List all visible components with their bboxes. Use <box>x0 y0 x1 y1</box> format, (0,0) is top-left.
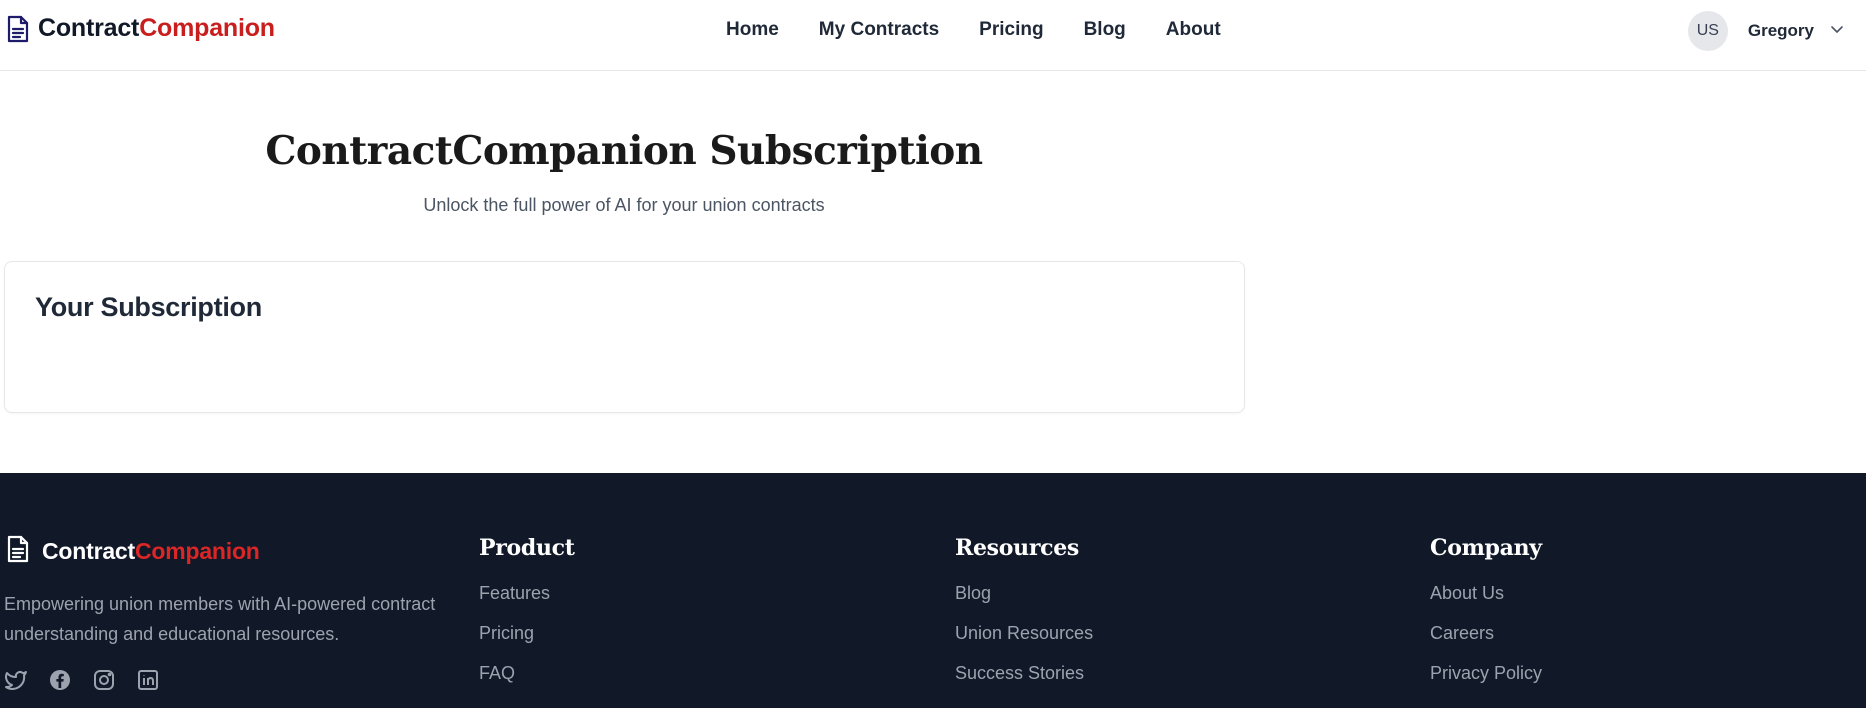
footer-brand-name-part2: Companion <box>134 538 260 564</box>
main-nav: Home My Contracts Pricing Blog About <box>726 18 1221 42</box>
footer-link-features[interactable]: Features <box>479 581 575 621</box>
page-title: ContractCompanion Subscription <box>265 128 983 174</box>
twitter-icon[interactable] <box>4 668 28 692</box>
footer-heading-resources: Resources <box>955 535 1080 561</box>
footer-column-resources: Resources Blog Union Resources Success S… <box>955 535 1093 701</box>
document-icon <box>6 535 30 568</box>
instagram-icon[interactable] <box>92 668 116 692</box>
top-navbar: ContractCompanion Home My Contracts Pric… <box>0 0 1866 71</box>
page-subtitle: Unlock the full power of AI for your uni… <box>423 195 825 215</box>
subscription-card: Your Subscription <box>4 261 1245 413</box>
document-icon <box>6 15 30 43</box>
nav-my-contracts[interactable]: My Contracts <box>819 18 939 42</box>
footer-link-pricing[interactable]: Pricing <box>479 621 575 661</box>
footer-link-blog[interactable]: Blog <box>955 581 1093 621</box>
footer-brand-name-part1: Contract <box>42 538 135 564</box>
facebook-icon[interactable] <box>48 668 72 692</box>
brand-name-part1: Contract <box>38 14 140 42</box>
footer-link-faq[interactable]: FAQ <box>479 661 575 701</box>
social-links <box>4 668 160 692</box>
footer-column-company: Company About Us Careers Privacy Policy <box>1430 535 1542 701</box>
nav-about[interactable]: About <box>1166 18 1221 42</box>
footer-link-about-us[interactable]: About Us <box>1430 581 1542 621</box>
footer-link-success-stories[interactable]: Success Stories <box>955 661 1093 701</box>
footer-brand-name: ContractCompanion <box>42 538 260 565</box>
footer-column-product: Product Features Pricing FAQ <box>479 535 575 701</box>
nav-pricing[interactable]: Pricing <box>979 18 1043 42</box>
subscription-card-title: Your Subscription <box>35 292 262 322</box>
footer-heading-company: Company <box>1430 535 1542 561</box>
avatar[interactable]: US <box>1687 11 1728 51</box>
site-footer: ContractCompanion Empowering union membe… <box>0 473 1866 708</box>
footer-link-union-resources[interactable]: Union Resources <box>955 621 1093 661</box>
nav-blog[interactable]: Blog <box>1084 18 1126 42</box>
user-menu[interactable]: US Gregory <box>1687 11 1844 51</box>
nav-home[interactable]: Home <box>726 18 779 42</box>
footer-link-careers[interactable]: Careers <box>1430 621 1542 661</box>
chevron-down-icon[interactable] <box>1830 22 1844 41</box>
brand-name: ContractCompanion <box>38 14 275 43</box>
footer-description: Empowering union members with AI-powered… <box>4 594 436 644</box>
footer-brand-logo[interactable]: ContractCompanion <box>6 535 260 568</box>
footer-link-privacy-policy[interactable]: Privacy Policy <box>1430 661 1542 701</box>
brand-name-part2: Companion <box>139 14 275 42</box>
brand-logo[interactable]: ContractCompanion <box>6 14 275 43</box>
user-name[interactable]: Gregory <box>1748 21 1814 41</box>
linkedin-icon[interactable] <box>136 668 160 692</box>
footer-heading-product: Product <box>479 535 575 561</box>
